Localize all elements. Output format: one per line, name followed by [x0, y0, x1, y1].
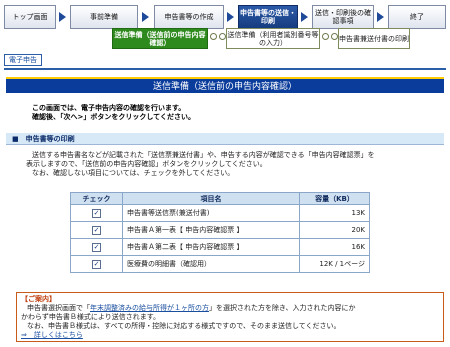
page-title: 送信準備（送信前の申告内容確認） — [6, 77, 444, 93]
arrow-right-icon — [301, 12, 308, 22]
step-label: 事前準備 — [90, 13, 118, 21]
step-send-print: 申告書等の送信・印刷 — [238, 5, 298, 29]
dot-icon — [331, 33, 338, 40]
step-navigation: トップ画面 事前準備 申告書等の作成 申告書等の送信・印刷 送信・印刷後の確認事… — [4, 5, 446, 29]
notice-line: 申告書選択画面で「年末調整済みの給与所得が１ヶ所の方」を選択された方を除き、入力… — [21, 304, 439, 313]
step-preparation: 事前準備 — [70, 5, 138, 29]
table-row: ✓ 申告書等送信票(兼送付書) 13K — [70, 204, 370, 222]
desc-line: なお、確認しない項目については、チェックを外してください。 — [32, 169, 235, 177]
notice-text: 申告書選択画面で「 — [27, 304, 90, 312]
column-item: 項目名 — [122, 192, 300, 205]
divider — [4, 68, 446, 70]
item-name: 申告書Ａ第一表【 申告内容確認票 】 — [122, 221, 300, 239]
section-description: 送信する申告書名などが記載された「送信票兼送付書」や、申告する内容が確認できる「… — [26, 151, 442, 178]
notice-line: かわらず申告書Ｂ様式により送信されます。 — [21, 313, 161, 321]
notice-box: 【ご案内】 申告書選択画面で「年末調整済みの給与所得が１ヶ所の方」を選択された方… — [16, 292, 444, 342]
section-title: ■ 申告書等の印刷 — [6, 133, 444, 145]
arrow-right-icon — [142, 12, 149, 22]
step-label: 申告書等の作成 — [164, 13, 214, 21]
salary-income-link[interactable]: 年末調整済みの給与所得が１ヶ所の方 — [90, 304, 209, 312]
substep-label: 送信準備（利用者識別番号等の入力） — [227, 30, 319, 47]
step-confirmation: 送信・印刷後の確認事項 — [312, 5, 374, 29]
step-label: 送信・印刷後の確認事項 — [315, 9, 371, 25]
file-table: チェック 項目名 容量（KB） ✓ 申告書等送信票(兼送付書) 13K ✓ 申告… — [70, 192, 370, 273]
substep-content-check: 送信準備（送信前の申告内容確認） — [112, 28, 208, 49]
row-checkbox[interactable]: ✓ — [92, 208, 101, 218]
substep-print: 申告書兼送付書の印刷 — [338, 28, 410, 49]
item-size: 20K — [299, 221, 370, 239]
check-cell: ✓ — [70, 238, 123, 256]
check-cell: ✓ — [70, 221, 123, 239]
dot-icon — [219, 33, 226, 40]
dot-icon — [322, 33, 329, 40]
step-finish: 終了 — [388, 5, 446, 29]
item-size: 16K — [299, 238, 370, 256]
substep-label: 申告書兼送付書の印刷 — [339, 34, 409, 43]
progress-dots — [322, 33, 338, 40]
substep-label: 送信準備（送信前の申告内容確認） — [114, 30, 206, 47]
arrow-right-icon — [227, 12, 234, 22]
intro-line: 確認後、「次へ>」ボタンをクリックしてください。 — [32, 113, 195, 121]
arrow-right-icon — [59, 12, 66, 22]
intro-line: この画面では、電子申告内容の確認を行います。 — [32, 104, 186, 112]
dot-icon — [210, 33, 217, 40]
arrow-right-icon — [377, 12, 384, 22]
step-creation: 申告書等の作成 — [154, 5, 224, 29]
notice-title: 【ご案内】 — [21, 295, 56, 303]
item-name: 医療費の明細書（確認用） — [122, 255, 300, 273]
column-check: チェック — [70, 192, 123, 205]
e-filing-tag: 電子申告 — [4, 54, 42, 66]
step-label: 終了 — [410, 13, 424, 21]
step-label: 申告書等の送信・印刷 — [240, 9, 296, 25]
row-checkbox[interactable]: ✓ — [92, 225, 101, 235]
intro-text: この画面では、電子申告内容の確認を行います。 確認後、「次へ>」ボタンをクリック… — [32, 104, 195, 122]
column-size: 容量（KB） — [299, 192, 370, 205]
substep-id-input: 送信準備（利用者識別番号等の入力） — [226, 28, 320, 49]
item-name: 申告書Ａ第二表【 申告内容確認票 】 — [122, 238, 300, 256]
row-checkbox[interactable]: ✓ — [92, 242, 101, 252]
details-link[interactable]: ⇒ 詳しくはこちら — [21, 331, 439, 340]
item-size: 13K — [299, 204, 370, 222]
substep-navigation: 送信準備（送信前の申告内容確認） 送信準備（利用者識別番号等の入力） 申告書兼送… — [112, 28, 446, 50]
check-cell: ✓ — [70, 204, 123, 222]
notice-line: なお、申告書Ｂ様式は、すべての所得・控除に対応する様式ですので、そのまま送信して… — [27, 322, 341, 330]
notice-text: 」を選択された方を除き、入力された内容にか — [209, 304, 356, 312]
row-checkbox[interactable]: ✓ — [92, 259, 101, 269]
table-row: ✓ 申告書Ａ第二表【 申告内容確認票 】 16K — [70, 238, 370, 256]
table-row: ✓ 申告書Ａ第一表【 申告内容確認票 】 20K — [70, 221, 370, 239]
table-row: ✓ 医療費の明細書（確認用） 12K / 1ページ — [70, 255, 370, 273]
step-label: トップ画面 — [12, 13, 48, 21]
item-name: 申告書等送信票(兼送付書) — [122, 204, 300, 222]
desc-line: 表示しますので、「送信前の申告内容確認」ボタンをクリックしてください。 — [26, 160, 267, 168]
step-top: トップ画面 — [4, 5, 56, 29]
item-size: 12K / 1ページ — [299, 255, 370, 273]
desc-line: 送信する申告書名などが記載された「送信票兼送付書」や、申告する内容が確認できる「… — [32, 151, 375, 159]
check-cell: ✓ — [70, 255, 123, 273]
progress-dots — [210, 33, 226, 40]
table-header: チェック 項目名 容量（KB） — [70, 192, 370, 205]
